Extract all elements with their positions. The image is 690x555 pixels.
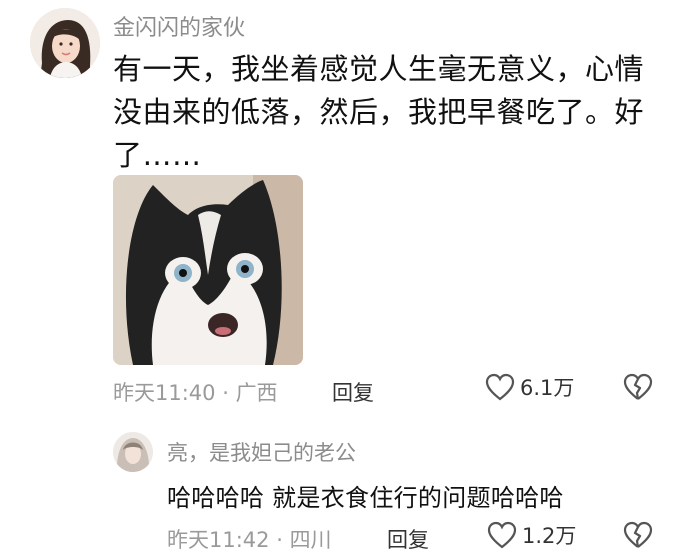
reply-button[interactable]: 回复 [387,524,429,554]
like-button[interactable]: 1.2万 [487,520,576,550]
separator: · [215,381,236,405]
like-button[interactable]: 6.1万 [485,372,574,402]
comment-image[interactable] [113,175,303,365]
avatar[interactable] [30,8,100,78]
avatar-image [113,432,153,472]
comment-text: 有一天，我坐着感觉人生毫无意义，心情没由来的低落，然后，我把早餐吃了。好了…… [113,52,645,172]
husky-image [113,175,303,365]
separator: · [269,528,290,552]
heart-outline-icon [487,521,517,549]
dislike-button[interactable] [623,373,653,405]
avatar[interactable] [113,432,153,472]
reply-username[interactable]: 亮，是我妲己的老公 [167,437,356,467]
timestamp: 昨天11:40 [113,381,216,405]
broken-heart-icon [623,521,653,548]
avatar-image [30,8,100,78]
broken-heart-icon [623,373,653,400]
comment-meta: 昨天11:40 · 广西 [113,377,278,407]
reply-button[interactable]: 回复 [332,377,374,407]
like-count: 6.1万 [520,376,575,400]
location: 四川 [289,528,332,552]
timestamp: 昨天11:42 [167,528,270,552]
dislike-button[interactable] [623,521,653,553]
reply-text: 哈哈哈哈 就是衣食住行的问题哈哈哈 [167,484,564,512]
like-count: 1.2万 [522,524,577,548]
heart-outline-icon [485,373,515,401]
location: 广西 [235,381,278,405]
reply-meta: 昨天11:42 · 四川 [167,524,332,554]
comment-username[interactable]: 金闪闪的家伙 [113,10,245,42]
